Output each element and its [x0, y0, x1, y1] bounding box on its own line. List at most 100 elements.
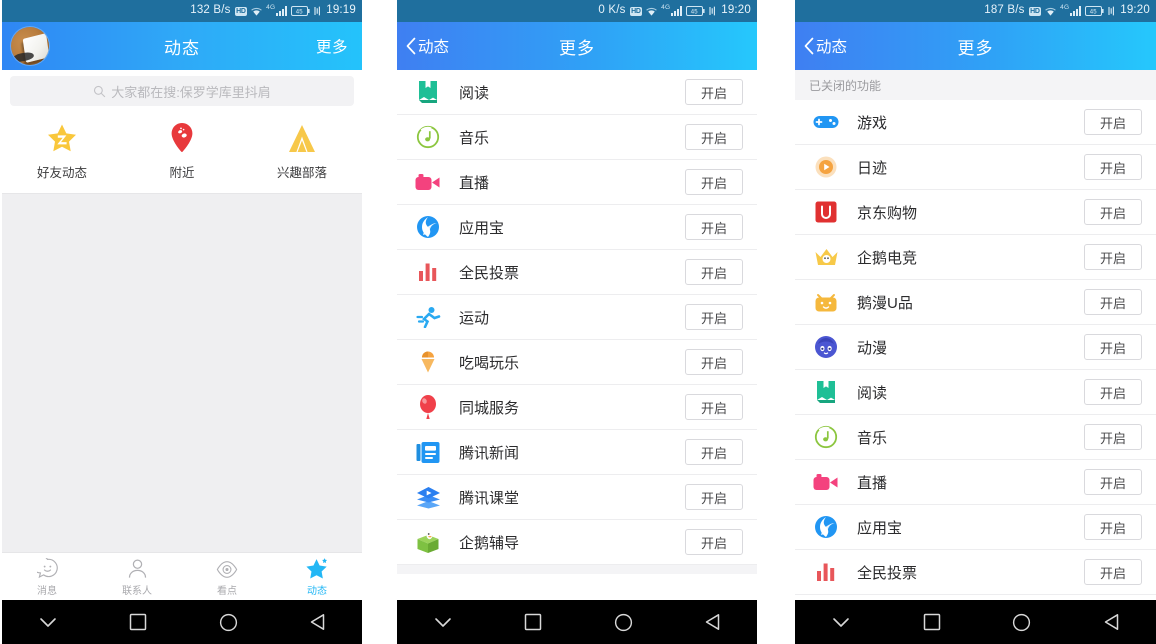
table-row[interactable]: 应用宝 开启 [795, 505, 1156, 550]
recents-square-icon[interactable] [524, 613, 542, 631]
book-read-icon [415, 79, 441, 105]
back-button[interactable]: 动态 [405, 35, 449, 57]
tab-messages[interactable]: 消息 [2, 553, 92, 600]
enable-button[interactable]: 开启 [685, 304, 743, 330]
list-bottom-gap [397, 565, 757, 574]
home-circle-icon[interactable] [1012, 613, 1031, 632]
entry-nearby[interactable]: 附近 [122, 121, 242, 181]
tab-contacts[interactable]: 联系人 [92, 553, 182, 600]
enable-button[interactable]: 开启 [685, 214, 743, 240]
search-input[interactable]: 大家都在搜:保罗学库里抖肩 [10, 76, 354, 106]
table-row[interactable]: 腾讯课堂 开启 [397, 475, 757, 520]
table-row[interactable]: 鹅漫U品 开启 [795, 280, 1156, 325]
table-row[interactable]: 游戏 开启 [795, 100, 1156, 145]
table-row[interactable]: 企鹅辅导 开启 [397, 520, 757, 565]
feature-list[interactable]: 阅读 开启 音乐 开启 直播 开启 应用宝 开启 全民投票 开启 运动 开启 吃… [397, 70, 757, 600]
hide-keyboard-icon[interactable] [433, 615, 453, 629]
table-row[interactable]: 全民投票 开启 [397, 250, 757, 295]
music-note-icon [415, 124, 441, 150]
enable-button[interactable]: 开启 [685, 79, 743, 105]
anime-face-icon [813, 334, 839, 360]
bar-vote-icon [813, 559, 839, 585]
table-row[interactable]: 阅读 开启 [397, 70, 757, 115]
hd-icon: HD [234, 6, 248, 16]
enable-button[interactable]: 开启 [685, 394, 743, 420]
enable-button[interactable]: 开启 [1084, 334, 1142, 360]
tab-kandian[interactable]: 看点 [182, 553, 272, 600]
table-row[interactable]: 京东购物 开启 [795, 190, 1156, 235]
table-row[interactable]: 全民投票 开启 [795, 550, 1156, 595]
table-row[interactable]: 日迹 开启 [795, 145, 1156, 190]
myapp-swirl-icon [415, 214, 441, 240]
tab-dynamic[interactable]: 动态 [272, 553, 362, 600]
enable-button[interactable]: 开启 [1084, 199, 1142, 225]
enable-button[interactable]: 开启 [685, 259, 743, 285]
hd-icon: HD [629, 6, 643, 16]
signal-bars-icon [671, 6, 683, 16]
balloon-city-icon [415, 394, 441, 420]
home-circle-icon[interactable] [219, 613, 238, 632]
table-row[interactable]: 音乐 开启 [795, 415, 1156, 460]
row-label: 应用宝 [857, 519, 903, 537]
wifi-icon [645, 6, 658, 17]
back-label: 动态 [418, 39, 450, 56]
enable-button[interactable]: 开启 [1084, 469, 1142, 495]
back-triangle-icon[interactable] [704, 613, 721, 631]
enable-button[interactable]: 开启 [685, 124, 743, 150]
table-row[interactable]: 阅读 开启 [795, 370, 1156, 415]
recents-square-icon[interactable] [129, 613, 147, 631]
entry-friend-feed[interactable]: 好友动态 [2, 121, 122, 181]
table-row[interactable]: 直播 开启 [795, 460, 1156, 505]
bottom-tab-bar: 消息 联系人 看点 动态 [2, 552, 362, 600]
star-qzone-icon [46, 121, 78, 155]
table-row[interactable]: 同城服务 开启 [397, 385, 757, 430]
row-label: 全民投票 [857, 564, 918, 582]
recents-square-icon[interactable] [923, 613, 941, 631]
section-header: 已关闭的功能 [795, 70, 1156, 100]
back-triangle-icon[interactable] [309, 613, 326, 631]
table-row[interactable]: 吃喝玩乐 开启 [397, 340, 757, 385]
enable-button[interactable]: 开启 [1084, 559, 1142, 585]
enable-button[interactable]: 开启 [1084, 244, 1142, 270]
back-triangle-icon[interactable] [1103, 613, 1120, 631]
table-row[interactable]: 应用宝 开启 [397, 205, 757, 250]
entry-tribe[interactable]: 兴趣部落 [242, 121, 362, 181]
enable-button[interactable]: 开启 [685, 169, 743, 195]
page-title: 动态 [164, 38, 200, 58]
signal-bars-icon [1070, 6, 1082, 16]
table-row[interactable]: 音乐 开启 [397, 115, 757, 160]
enable-button[interactable]: 开启 [1084, 514, 1142, 540]
enable-button[interactable]: 开启 [1084, 379, 1142, 405]
row-label: 京东购物 [857, 204, 918, 222]
hd-icon: HD [1028, 6, 1042, 16]
vibrate-icon [1107, 6, 1116, 16]
table-row[interactable]: 动漫 开启 [795, 325, 1156, 370]
back-label: 动态 [816, 39, 848, 56]
enable-button[interactable]: 开启 [1084, 109, 1142, 135]
enable-button[interactable]: 开启 [685, 349, 743, 375]
search-icon [93, 85, 106, 98]
enable-button[interactable]: 开启 [1084, 289, 1142, 315]
page-title: 更多 [957, 38, 994, 58]
esports-crown-icon [813, 244, 839, 270]
enable-button[interactable]: 开启 [685, 529, 743, 555]
home-circle-icon[interactable] [614, 613, 633, 632]
avatar[interactable] [11, 27, 49, 65]
jd-shopping-icon [813, 199, 839, 225]
enable-button[interactable]: 开启 [685, 484, 743, 510]
back-button[interactable]: 动态 [803, 35, 847, 57]
feature-list[interactable]: 已关闭的功能 游戏 开启 日迹 开启 京东购物 开启 企鹅电竞 开启 鹅漫U品 … [795, 70, 1156, 600]
enable-button[interactable]: 开启 [685, 439, 743, 465]
enable-button[interactable]: 开启 [1084, 424, 1142, 450]
table-row[interactable]: 企鹅电竞 开启 [795, 235, 1156, 280]
tab-label: 消息 [37, 585, 57, 597]
table-row[interactable]: 腾讯新闻 开启 [397, 430, 757, 475]
hide-keyboard-icon[interactable] [831, 615, 851, 629]
more-button[interactable]: 更多 [316, 35, 348, 57]
table-row[interactable]: 运动 开启 [397, 295, 757, 340]
hide-keyboard-icon[interactable] [38, 615, 58, 629]
screenshot-stage: 132 B/s HD 4G 45 19:19 动态 更多 大家都在搜:保罗学库里… [0, 0, 1156, 644]
goose-shop-icon [813, 289, 839, 315]
enable-button[interactable]: 开启 [1084, 154, 1142, 180]
table-row[interactable]: 直播 开启 [397, 160, 757, 205]
